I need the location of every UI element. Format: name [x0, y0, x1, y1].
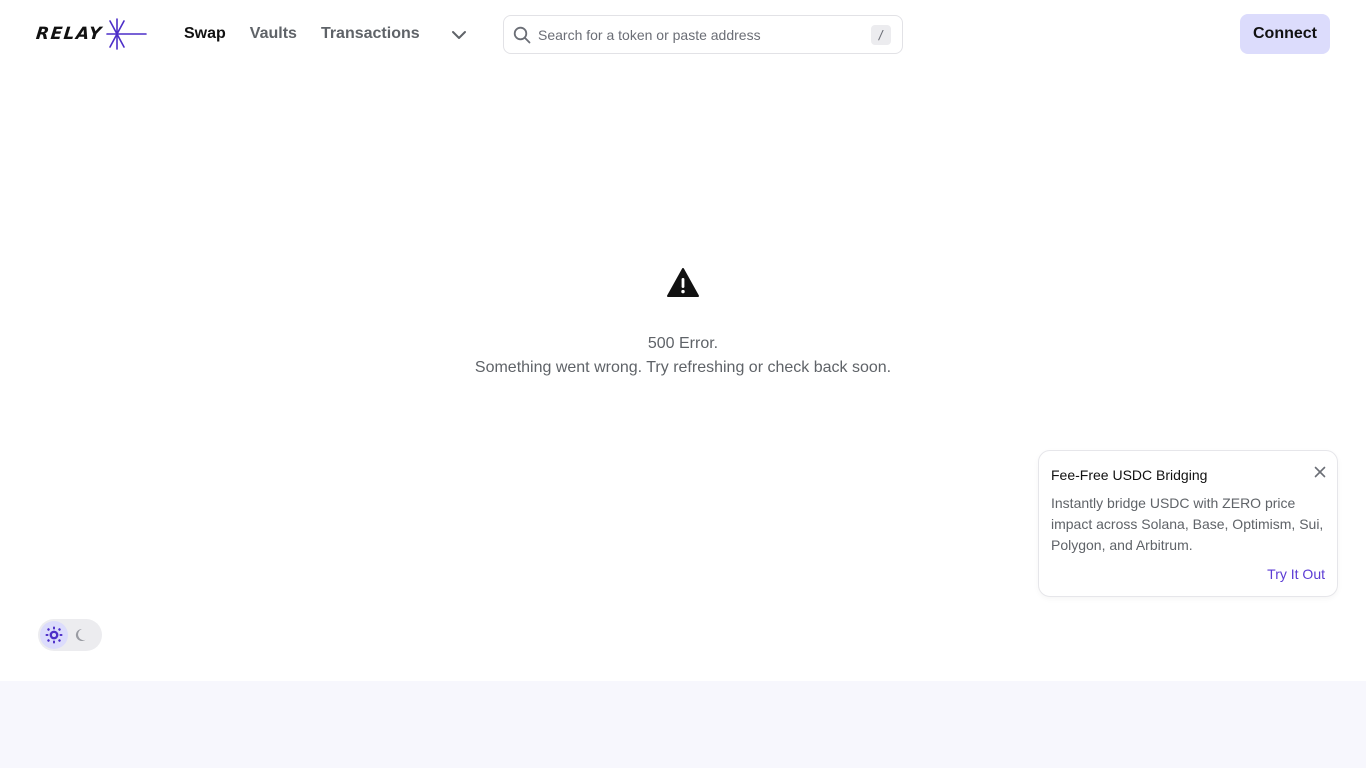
main-nav: Swap Vaults Transactions: [184, 22, 444, 46]
sun-icon: [45, 626, 63, 644]
page: RELAY Swap Vaults Transactions Search fo…: [0, 0, 1366, 768]
try-it-out-link[interactable]: Try It Out: [1267, 564, 1325, 584]
search-shortcut-key: /: [871, 25, 891, 45]
nav-item-vaults[interactable]: Vaults: [250, 22, 297, 46]
dark-theme-button[interactable]: [68, 621, 96, 649]
error-title: 500 Error.: [647, 335, 719, 352]
promo-toast: Fee-Free USDC Bridging Instantly bridge …: [1038, 450, 1338, 597]
light-theme-button[interactable]: [40, 621, 68, 649]
logo-wordmark: RELAY: [34, 24, 104, 44]
moon-icon: [75, 628, 86, 641]
toast-title: Fee-Free USDC Bridging: [1051, 467, 1208, 483]
footer-band: [0, 681, 1366, 768]
nav-item-transactions[interactable]: Transactions: [321, 22, 420, 46]
close-icon: [1314, 466, 1326, 478]
search-bar[interactable]: /: [503, 15, 903, 54]
error-panel: 500 Error. Something went wrong. Try ref…: [383, 266, 983, 380]
search-icon: [513, 26, 531, 44]
top-header: RELAY Swap Vaults Transactions Search fo…: [0, 0, 1366, 68]
nav-item-swap[interactable]: Swap: [184, 22, 226, 46]
toast-body: Instantly bridge USDC with ZERO price im…: [1051, 495, 1324, 553]
connect-button[interactable]: Connect: [1240, 14, 1330, 54]
close-toast-button[interactable]: [1312, 464, 1328, 480]
search-input[interactable]: [538, 16, 864, 53]
error-message: Something went wrong. Try refreshing or …: [474, 359, 892, 376]
starburst-icon: [105, 18, 147, 50]
chevron-down-icon: [452, 31, 466, 39]
theme-toggle: [38, 619, 102, 651]
relay-logo[interactable]: RELAY: [34, 18, 162, 50]
warning-icon: [667, 268, 699, 297]
nav-more-dropdown[interactable]: [448, 24, 470, 46]
